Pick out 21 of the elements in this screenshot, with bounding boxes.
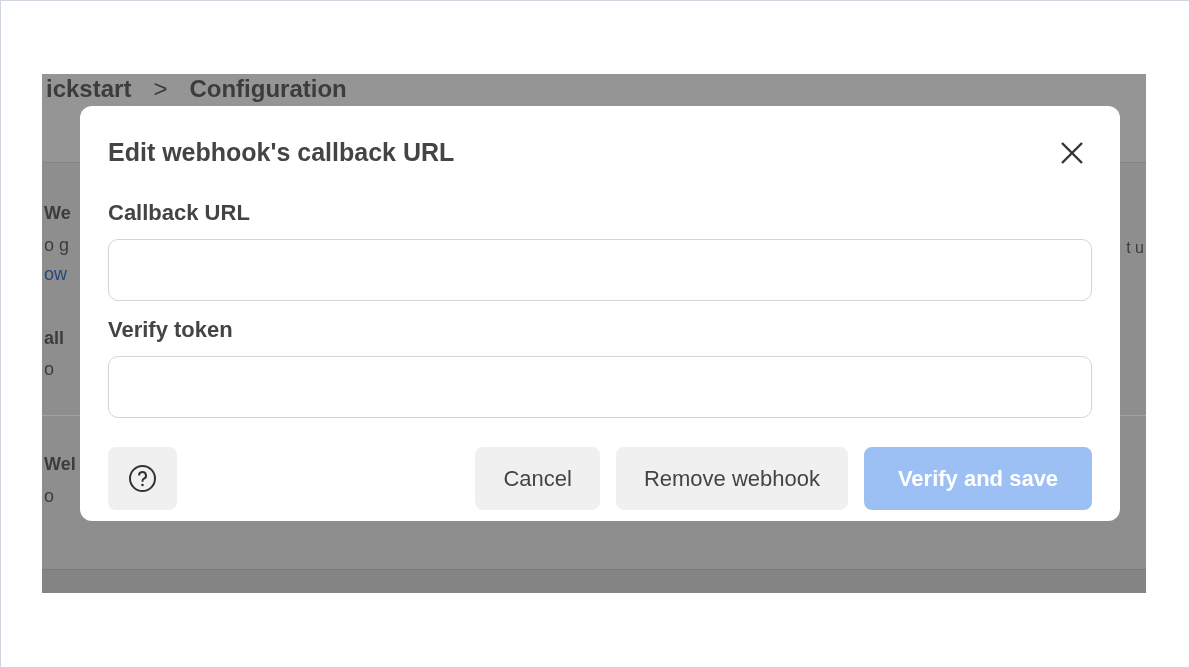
close-icon[interactable]	[1060, 140, 1084, 165]
section-title: Wel	[44, 453, 76, 476]
dialog-button[interactable]: Cancel	[475, 446, 600, 510]
help-icon	[128, 463, 157, 493]
breadcrumb-separator: >	[153, 77, 168, 101]
section-text: t u	[1126, 238, 1144, 258]
section-title: We	[44, 203, 71, 225]
text-field[interactable]	[108, 238, 1092, 301]
field-label: Verify token	[108, 315, 234, 344]
section-text: o	[44, 359, 54, 381]
field-label: Callback URL	[108, 198, 251, 227]
section-text: o	[44, 485, 54, 508]
dialog-button[interactable]: Remove webhook	[615, 446, 848, 510]
dialog-title: Edit webhook's callback URL	[108, 137, 455, 168]
breadcrumb-link[interactable]: ickstart	[46, 77, 132, 101]
section-title: all	[44, 327, 64, 350]
page-title: Configuration	[189, 77, 347, 101]
learn-link[interactable]: ow	[44, 264, 67, 286]
help-button[interactable]	[108, 446, 177, 510]
text-field[interactable]	[108, 355, 1092, 418]
section-text: o g	[44, 234, 70, 257]
